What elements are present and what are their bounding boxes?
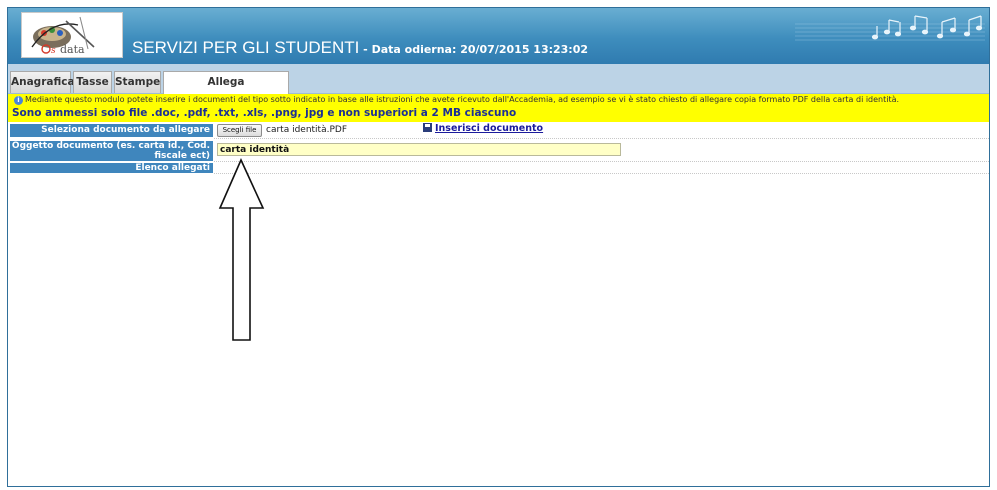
tab-allega-documentazione[interactable]: Allega documentazione xyxy=(163,71,289,109)
up-arrow-annotation xyxy=(218,158,265,341)
esse3-logo: s data xyxy=(21,12,123,58)
tab-bar: Anagrafica Tasse Stampe Allega documenta… xyxy=(8,64,989,109)
header-bar: s data SERVIZI PER GLI STUDENTI - Data o… xyxy=(8,8,989,64)
page-title: SERVIZI PER GLI STUDENTI - Data odierna:… xyxy=(132,38,589,57)
object-document-input[interactable] xyxy=(217,143,621,156)
selected-file-name: carta identità.PDF xyxy=(266,125,347,135)
attachments-list-label: Elenco allegati xyxy=(10,163,213,173)
select-document-label: Seleziona documento da allegare xyxy=(10,124,213,137)
row-divider xyxy=(214,173,989,174)
svg-text:s: s xyxy=(51,46,56,56)
insert-document-link[interactable]: Inserisci documento xyxy=(423,123,543,134)
info-notice: i Mediante questo modulo potete inserire … xyxy=(8,94,989,122)
allowed-files-text: Sono ammessi solo file .doc, .pdf, .txt,… xyxy=(12,107,517,119)
object-document-label: Oggetto documento (es. carta id., Cod. f… xyxy=(10,141,213,161)
logo-text: data xyxy=(60,43,85,56)
row-divider xyxy=(214,138,989,139)
tab-anagrafica[interactable]: Anagrafica xyxy=(10,71,75,93)
app-window: s data SERVIZI PER GLI STUDENTI - Data o… xyxy=(7,7,990,487)
info-icon: i xyxy=(14,96,23,105)
music-notes-decoration xyxy=(795,15,985,41)
tab-tasse[interactable]: Tasse xyxy=(73,71,112,93)
row-divider xyxy=(214,161,989,162)
floppy-disk-icon xyxy=(423,123,432,132)
choose-file-button[interactable]: Scegli file xyxy=(217,124,262,137)
notice-text: Mediante questo modulo potete inserire i… xyxy=(25,95,900,104)
tab-stampe[interactable]: Stampe xyxy=(114,71,161,93)
current-date: - Data odierna: 20/07/2015 13:23:02 xyxy=(359,43,589,56)
